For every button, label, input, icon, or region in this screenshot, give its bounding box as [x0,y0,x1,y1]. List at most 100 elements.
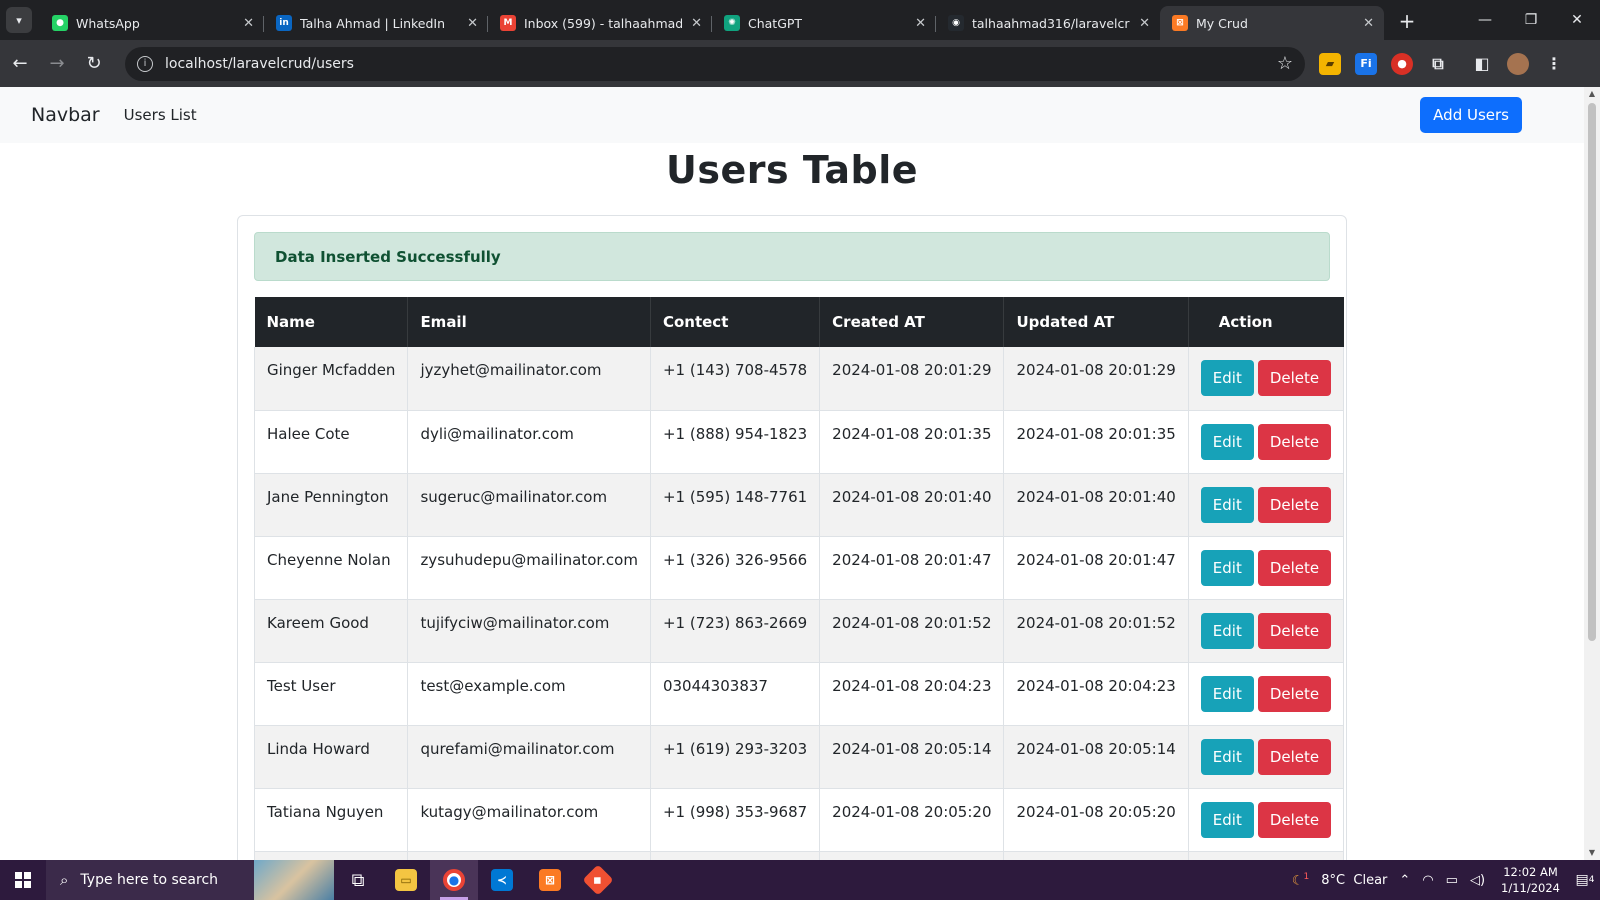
extension-coupon-icon[interactable]: ▰ [1319,52,1341,75]
edit-button[interactable]: Edit [1200,738,1254,775]
delete-button[interactable]: Delete [1257,738,1332,775]
back-arrow-icon[interactable]: ← [3,47,37,81]
header-contact: Contect [650,297,821,347]
cell-email: qurefami@mailinator.com [407,725,651,789]
address-bar[interactable]: i localhost/laravelcrud/users ☆ [125,46,1305,81]
taskbar-search-box[interactable]: ⌕ Type here to search [46,860,334,900]
cell-email: tujifyciw@mailinator.com [407,599,651,663]
weather-text[interactable]: 8°C Clear [1321,873,1387,888]
edit-button[interactable]: Edit [1200,612,1254,649]
cell-created: 2024-01-08 20:01:35 [819,410,1005,474]
delete-button[interactable]: Delete [1257,675,1332,712]
cell-updated: 2024-01-08 20:05:20 [1003,788,1189,852]
restore-icon[interactable]: ❐ [1508,0,1554,40]
table-row: Linda Howard qurefami@mailinator.com +1 (6… [253,725,1345,789]
edit-button[interactable]: Edit [1200,360,1254,397]
cell-contact [650,851,821,860]
cell-name: Cheyenne Nolan [253,536,409,600]
extension-fi-icon[interactable]: Fi [1355,52,1377,75]
url-text[interactable]: localhost/laravelcrud/users [165,56,1277,72]
nav-link-users-list[interactable]: Users List [124,106,197,124]
edit-button[interactable]: Edit [1200,549,1254,586]
navbar-brand[interactable]: Navbar [31,104,100,126]
tab-title: ChatGPT [748,15,803,31]
reload-icon[interactable]: ↻ [77,47,111,81]
cell-created: 2024-01-08 20:04:23 [819,662,1005,726]
cell-actions: Edit Delete [1188,347,1345,411]
notification-count: 4 [1588,875,1595,885]
chrome-taskbar-icon[interactable]: ● [430,860,478,900]
scroll-up-arrow-icon[interactable]: ▲ [1584,87,1600,101]
extensions-puzzle-icon[interactable]: ⧉ [1427,53,1449,75]
scroll-thumb[interactable] [1588,103,1596,641]
delete-button[interactable]: Delete [1257,423,1332,460]
close-window-icon[interactable]: ✕ [1554,0,1600,40]
tab-close-icon[interactable]: ✕ [467,16,478,31]
delete-button[interactable]: Delete [1257,801,1332,838]
table-row: Tatiana Nguyen kutagy@mailinator.com +1 (9… [253,788,1345,852]
cell-name [253,851,409,860]
taskbar-clock[interactable]: 12:02 AM 1/11/2024 [1501,864,1560,896]
cell-actions: Edit Delete [1188,725,1345,789]
header-email: Email [407,297,651,347]
battery-icon[interactable]: ▭ [1446,873,1458,888]
tab-close-icon[interactable]: ✕ [691,16,702,31]
delete-button[interactable]: Delete [1257,612,1332,649]
git-icon[interactable]: ◆ [574,860,622,900]
browser-tab[interactable]: ● WhatsApp ✕ [40,6,264,40]
bookmark-star-icon[interactable]: ☆ [1277,53,1293,74]
xampp-taskbar-icon[interactable]: ⊠ [526,860,574,900]
side-panel-icon[interactable]: ◧ [1471,53,1493,75]
tab-close-icon[interactable]: ✕ [243,16,254,31]
tray-chevron-up-icon[interactable]: ⌃ [1399,873,1410,888]
browser-tab[interactable]: in Talha Ahmad | LinkedIn ✕ [264,6,488,40]
cell-email: test@example.com [407,662,651,726]
cell-email: kutagy@mailinator.com [407,788,651,852]
tab-close-icon[interactable]: ✕ [1139,16,1150,31]
cell-created: 2024-01-08 20:05:20 [819,788,1005,852]
site-info-icon[interactable]: i [137,55,153,72]
vscode-icon[interactable]: ≺ [478,860,526,900]
table-row: Jane Pennington sugeruc@mailinator.com +1 … [253,473,1345,537]
browser-tab[interactable]: ⊠ My Crud ✕ [1160,6,1384,40]
volume-icon[interactable]: ◁) [1470,873,1485,888]
notification-center-icon[interactable]: ▤ 4 [1570,860,1600,900]
header-created-at: Created AT [819,297,1005,347]
minimize-icon[interactable]: — [1462,0,1508,40]
cell-updated [1003,851,1189,860]
browser-menu-icon[interactable]: ⋮ [1543,53,1565,75]
edit-button[interactable]: Edit [1200,486,1254,523]
delete-button[interactable]: Delete [1257,486,1332,523]
add-users-button[interactable]: Add Users [1420,97,1522,133]
cell-email: sugeruc@mailinator.com [407,473,651,537]
new-tab-button[interactable]: + [1394,9,1420,33]
cell-contact: +1 (143) 708-4578 [650,347,821,411]
delete-button[interactable]: Delete [1257,360,1332,397]
edit-button[interactable]: Edit [1200,801,1254,838]
edit-button[interactable]: Edit [1200,423,1254,460]
task-view-icon[interactable]: ⧉ [334,860,382,900]
tab-close-icon[interactable]: ✕ [1363,16,1374,31]
github-icon: ◉ [948,15,964,31]
tab-title: WhatsApp [76,15,140,31]
extension-red-icon[interactable]: ● [1391,52,1413,75]
browser-tab[interactable]: ✺ ChatGPT ✕ [712,6,936,40]
browser-tab[interactable]: ◉ talhaahmad316/laravelcrud ✕ [936,6,1160,40]
wifi-icon[interactable]: ◠ [1422,873,1433,888]
weather-icon[interactable]: ☾1 [1292,872,1309,888]
scroll-down-arrow-icon[interactable]: ▼ [1584,846,1600,860]
forward-arrow-icon[interactable]: → [40,47,74,81]
cell-contact: +1 (619) 293-3203 [650,725,821,789]
cell-actions: Edit Delete [1188,662,1345,726]
start-button[interactable] [0,860,46,900]
table-row [253,851,1345,860]
page-scrollbar[interactable]: ▲ ▼ [1584,87,1600,860]
profile-avatar[interactable] [1507,52,1529,75]
edit-button[interactable]: Edit [1200,675,1254,712]
browser-tab[interactable]: M Inbox (599) - talhaahmad316 ✕ [488,6,712,40]
tab-search-dropdown-icon[interactable]: ▾ [6,7,32,33]
header-updated-at: Updated AT [1003,297,1189,347]
tab-close-icon[interactable]: ✕ [915,16,926,31]
file-explorer-icon[interactable]: ▭ [382,860,430,900]
delete-button[interactable]: Delete [1257,549,1332,586]
